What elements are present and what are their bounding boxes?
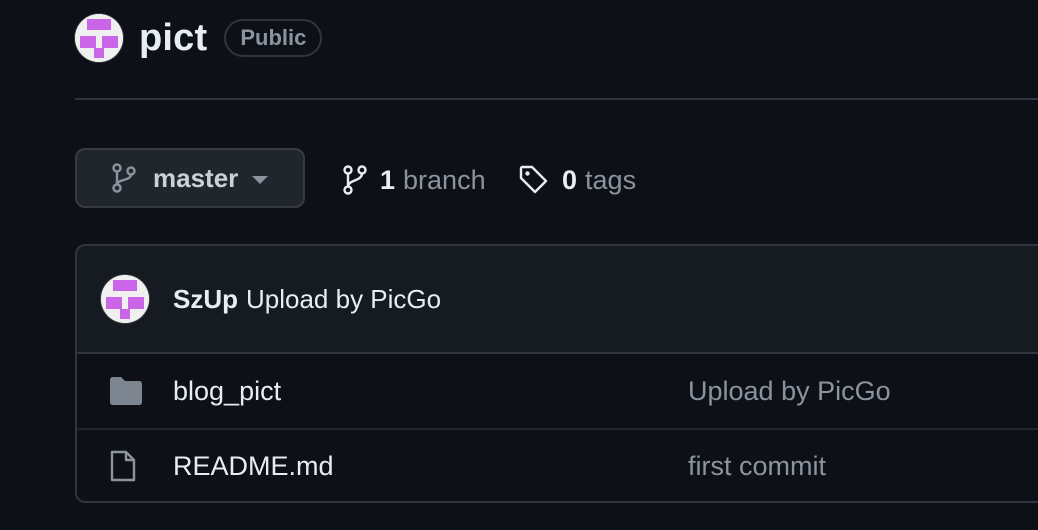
owner-avatar[interactable] xyxy=(75,14,123,62)
branch-count: 1 xyxy=(380,164,396,195)
tag-count: 0 xyxy=(562,164,578,195)
file-commit-link[interactable]: first commit xyxy=(688,451,826,482)
visibility-badge: Public xyxy=(224,19,323,57)
repo-page: pict Public master 1 branch 0 tags SzUp … xyxy=(0,0,1038,530)
chevron-down-icon xyxy=(252,176,269,184)
file-icon xyxy=(109,449,137,483)
git-branch-icon xyxy=(342,165,368,195)
file-name-link[interactable]: README.md xyxy=(173,451,334,482)
branch-select-button[interactable]: master xyxy=(75,148,305,208)
file-browser: SzUp Upload by PicGo blog_pict Upload by… xyxy=(75,244,1038,503)
file-row[interactable]: blog_pict Upload by PicGo xyxy=(77,354,1038,428)
branch-count-label: branch xyxy=(403,164,486,195)
git-branch-icon xyxy=(111,163,137,193)
commit-author-avatar[interactable] xyxy=(101,275,149,323)
file-name-link[interactable]: blog_pict xyxy=(173,376,281,407)
current-branch-label: master xyxy=(153,162,239,193)
repo-header: pict Public xyxy=(75,13,323,63)
file-commit-link[interactable]: Upload by PicGo xyxy=(688,376,891,407)
identicon-icon xyxy=(75,14,123,62)
file-row[interactable]: README.md first commit xyxy=(77,428,1038,501)
latest-commit-bar: SzUp Upload by PicGo xyxy=(77,246,1038,354)
commit-author-link[interactable]: SzUp xyxy=(173,284,238,315)
commit-message-link[interactable]: Upload by PicGo xyxy=(246,284,441,315)
tags-link[interactable]: 0 tags xyxy=(518,158,636,202)
header-divider xyxy=(75,98,1038,100)
tag-count-label: tags xyxy=(585,164,637,195)
branches-link[interactable]: 1 branch xyxy=(342,158,486,202)
tag-icon xyxy=(518,164,550,196)
repo-name-link[interactable]: pict xyxy=(139,17,207,60)
folder-icon xyxy=(109,376,143,406)
identicon-icon xyxy=(101,275,149,323)
